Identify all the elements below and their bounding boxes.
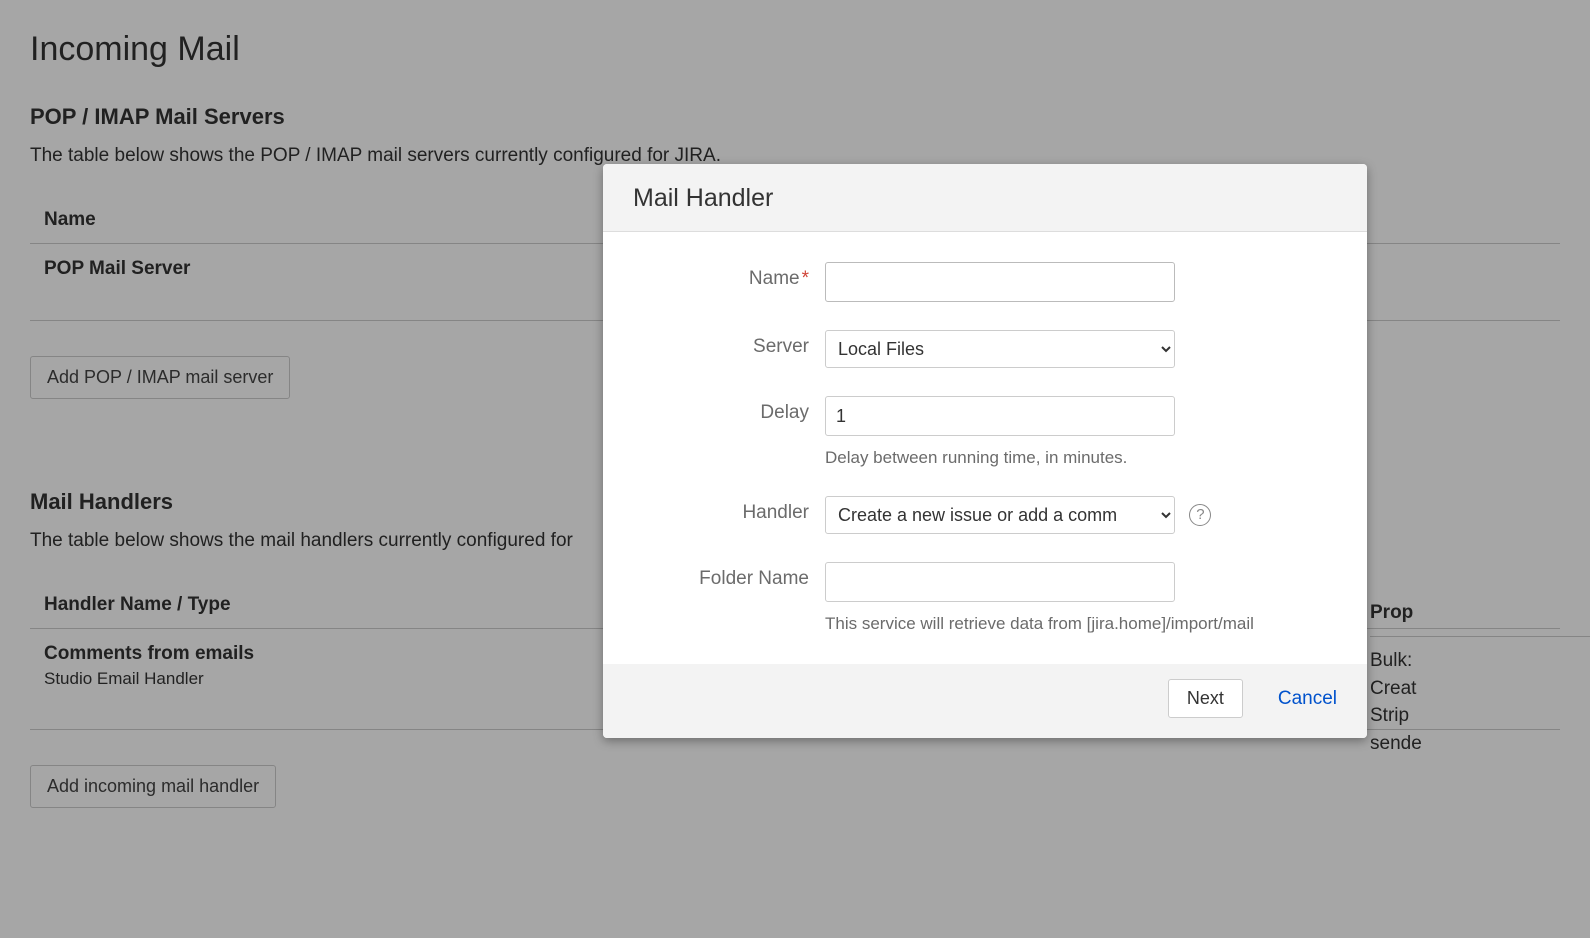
server-select[interactable]: Local Files: [825, 330, 1175, 368]
handler-select[interactable]: Create a new issue or add a comm: [825, 496, 1175, 534]
next-button[interactable]: Next: [1168, 679, 1243, 718]
cancel-button[interactable]: Cancel: [1278, 688, 1337, 710]
dialog-title: Mail Handler: [633, 184, 1337, 213]
delay-help: Delay between running time, in minutes.: [825, 448, 1337, 468]
mail-handler-dialog: Mail Handler Name* Server Local Files De…: [603, 164, 1367, 738]
delay-label: Delay: [633, 396, 825, 424]
required-asterisk: *: [802, 268, 809, 289]
folder-name-input[interactable]: [825, 562, 1175, 602]
handler-label: Handler: [633, 496, 825, 524]
delay-input[interactable]: [825, 396, 1175, 436]
dialog-footer: Next Cancel: [603, 664, 1367, 738]
dialog-header: Mail Handler: [603, 164, 1367, 232]
help-icon[interactable]: ?: [1189, 504, 1211, 526]
name-label: Name*: [633, 262, 825, 290]
dialog-body: Name* Server Local Files Delay Delay bet…: [603, 232, 1367, 664]
folder-label: Folder Name: [633, 562, 825, 590]
folder-help: This service will retrieve data from [ji…: [825, 614, 1337, 634]
name-input[interactable]: [825, 262, 1175, 302]
server-label: Server: [633, 330, 825, 358]
